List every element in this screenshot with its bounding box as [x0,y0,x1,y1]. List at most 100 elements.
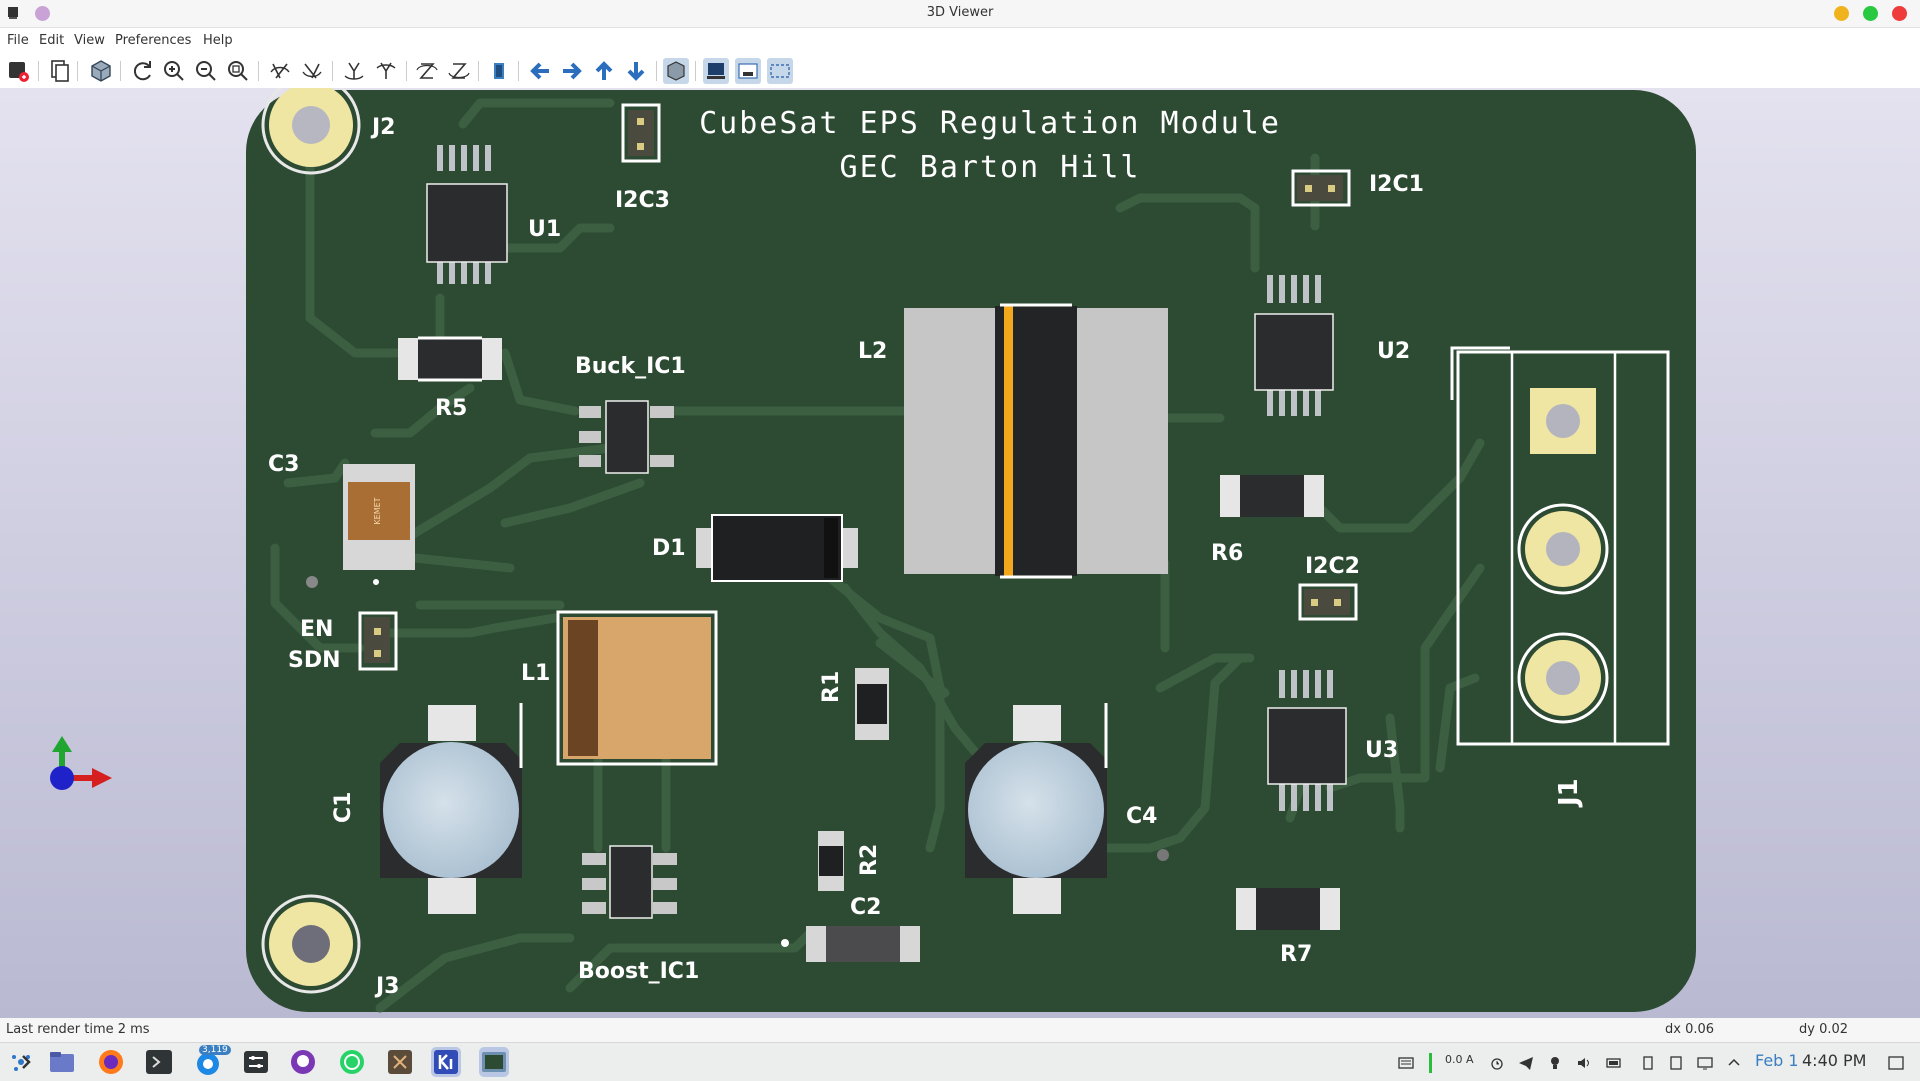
archive-icon[interactable] [385,1047,415,1077]
taskbar: 3,119 0.0 A Feb 1 4:40 PM [0,1042,1920,1081]
move-left-icon[interactable] [527,58,553,84]
board-title-line2: GEC Barton Hill [840,150,1141,185]
tray-expand-icon[interactable] [1726,1055,1742,1071]
dx-readout: dx 0.06 [1665,1022,1715,1037]
refresh-icon[interactable] [129,58,155,84]
label-r5: R5 [435,396,467,421]
zoom-out-icon[interactable] [193,58,219,84]
tray-time[interactable]: 4:40 PM [1802,1051,1866,1070]
label-i2c1: I2C1 [1369,172,1424,197]
j2-mounting-hole [261,75,361,175]
menu-help[interactable]: Help [203,33,233,48]
r7-resistor [1236,888,1340,930]
label-c3: C3 [268,452,299,477]
3d-viewer-taskbar-icon[interactable] [479,1047,509,1077]
tray-keyboard-icon[interactable] [1398,1055,1414,1071]
github-icon[interactable] [288,1047,318,1077]
minimize-button[interactable] [1834,6,1849,21]
tray-telegram-icon[interactable] [1518,1055,1534,1071]
kemet-marking: KEMET [373,497,382,524]
tray-date[interactable]: Feb 1 [1755,1051,1799,1070]
tray-display-icon[interactable] [1697,1055,1713,1071]
label-l2: L2 [858,339,887,364]
export-image-icon[interactable] [6,58,32,84]
r2-resistor [818,831,844,891]
label-buck: Buck_IC1 [575,354,686,379]
label-sdn: SDN [288,648,341,673]
flip-board-icon[interactable] [486,58,512,84]
3d-viewport[interactable]: CubeSat EPS Regulation Module GEC Barton… [0,75,1920,1018]
zoom-in-icon[interactable] [161,58,187,84]
window-title: 3D Viewer [926,5,994,20]
raytracing-icon[interactable] [703,58,729,84]
move-down-icon[interactable] [623,58,649,84]
rotate-z-cw-icon[interactable] [414,58,440,84]
terminal-icon[interactable] [144,1047,174,1077]
label-r6: R6 [1211,541,1243,566]
tray-current: 0.0 A [1445,1053,1474,1066]
orthographic-toggle-icon[interactable] [663,58,689,84]
i2c1-header [1291,169,1351,207]
tray-clipboard-icon[interactable] [1668,1055,1684,1071]
label-i2c2: I2C2 [1305,554,1360,579]
label-u2: U2 [1377,339,1410,364]
l2-inductor [904,303,1168,579]
label-r7: R7 [1280,942,1312,967]
zoom-fit-icon[interactable] [225,58,251,84]
menu-edit[interactable]: Edit [39,33,64,48]
3d-view-icon[interactable] [88,58,114,84]
tray-volume-icon[interactable] [1576,1055,1592,1071]
show-bounding-boxes-icon[interactable] [735,58,761,84]
status-bar: Last render time 2 ms dx 0.06 dy 0.02 [0,1018,1920,1042]
r6-resistor [1220,475,1324,517]
boost-ic-chip [582,845,677,919]
move-right-icon[interactable] [559,58,585,84]
label-i2c3: I2C3 [615,188,670,213]
label-c4: C4 [1126,804,1157,829]
i2c3-header [621,103,661,163]
menu-file[interactable]: File [7,33,29,48]
maximize-button[interactable] [1863,6,1878,21]
show-axis-icon[interactable] [767,58,793,84]
rotate-x-cw-icon[interactable] [267,58,293,84]
label-c1: C1 [331,792,356,823]
updates-badge: 3,119 [199,1045,231,1055]
whatsapp-icon[interactable] [337,1047,367,1077]
menu-preferences[interactable]: Preferences [115,33,191,48]
tray-alarm-icon[interactable] [1489,1055,1505,1071]
rotate-y-cw-icon[interactable] [341,58,367,84]
mixer-icon[interactable] [241,1047,271,1077]
move-up-icon[interactable] [591,58,617,84]
label-boost: Boost_IC1 [578,959,699,984]
d1-diode [696,514,858,582]
menu-view[interactable]: View [74,33,105,48]
copy-icon[interactable] [47,58,73,84]
kicad-icon[interactable] [431,1047,461,1077]
dy-readout: dy 0.02 [1799,1022,1849,1037]
toolbar [0,54,1920,89]
label-j1: J1 [1554,778,1584,808]
rotate-z-ccw-icon[interactable] [446,58,472,84]
tray-battery-icon[interactable] [1606,1055,1622,1071]
label-r1: R1 [819,671,844,703]
file-manager-icon[interactable] [47,1047,77,1077]
render-time: Last render time 2 ms [6,1022,150,1037]
label-en: EN [300,617,333,642]
show-desktop-icon[interactable] [1888,1055,1904,1071]
label-c2: C2 [850,895,881,920]
tray-cpu-meter [1429,1053,1432,1073]
close-button[interactable] [1892,6,1907,21]
app-launcher-icon[interactable] [6,1047,36,1077]
label-j3: J3 [374,974,400,999]
j3-mounting-hole [261,894,361,994]
rotate-x-ccw-icon[interactable] [299,58,325,84]
i2c2-header [1298,583,1358,621]
tray-usb-icon[interactable] [1640,1055,1656,1071]
label-u3: U3 [1365,738,1398,763]
rotate-y-ccw-icon[interactable] [373,58,399,84]
pcb-render: CubeSat EPS Regulation Module GEC Barton… [0,75,1920,1018]
label-l1: L1 [521,661,550,686]
label-d1: D1 [652,536,686,561]
tray-lightbulb-icon[interactable] [1547,1055,1563,1071]
firefox-icon[interactable] [96,1047,126,1077]
